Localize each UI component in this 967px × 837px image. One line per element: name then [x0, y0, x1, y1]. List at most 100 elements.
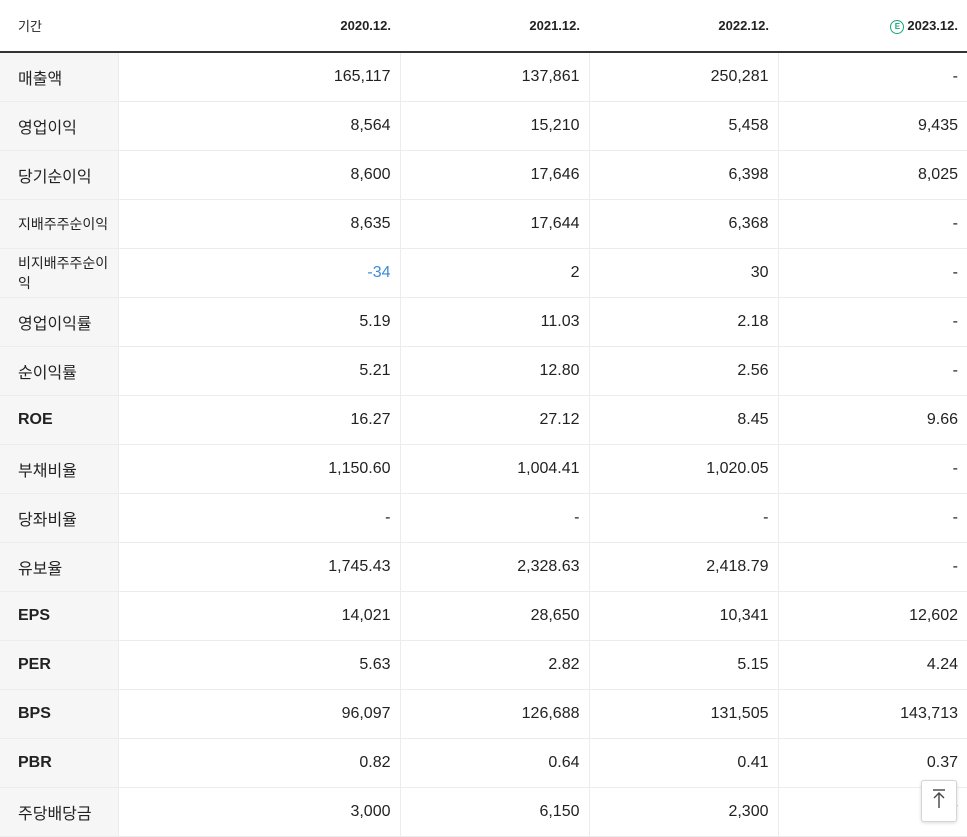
period-header-label: 기간: [0, 0, 118, 53]
cell-value: 17,646: [399, 150, 589, 200]
cell-value: -: [588, 493, 778, 543]
arrow-up-icon: [931, 788, 947, 815]
cell-value: -: [777, 346, 967, 396]
table-row: 주당배당금 3,000 6,150 2,300 7: [0, 787, 967, 837]
cell-value: 165,117: [117, 52, 400, 102]
cell-value: 28,650: [399, 591, 589, 641]
cell-value: 2: [399, 248, 589, 298]
row-label: ROE: [0, 395, 118, 445]
cell-value: 5.63: [117, 640, 400, 690]
cell-value: 0.64: [399, 738, 589, 788]
cell-value: 5,458: [588, 101, 778, 151]
cell-value: -: [777, 444, 967, 494]
table-header-row: 기간 2020.12. 2021.12. 2022.12. E 2023.12.: [0, 0, 967, 53]
cell-value: 8,025: [777, 150, 967, 200]
cell-value: 2,418.79: [588, 542, 778, 592]
table-row: 유보율 1,745.43 2,328.63 2,418.79 -: [0, 542, 967, 592]
cell-value: 2,300: [588, 787, 778, 837]
cell-value: 9.66: [777, 395, 967, 445]
cell-value: 30: [588, 248, 778, 298]
period-header-2023-label: 2023.12.: [907, 17, 958, 33]
cell-value: -: [777, 199, 967, 249]
cell-value: 6,398: [588, 150, 778, 200]
table-row: 당좌비율 - - - -: [0, 493, 967, 543]
cell-value: 1,020.05: [588, 444, 778, 494]
cell-value: 8,600: [117, 150, 400, 200]
cell-value: 27.12: [399, 395, 589, 445]
cell-value: 96,097: [117, 689, 400, 739]
cell-value: 1,004.41: [399, 444, 589, 494]
cell-value: 11.03: [399, 297, 589, 347]
row-label: 당기순이익: [0, 150, 118, 200]
table-row: 당기순이익 8,600 17,646 6,398 8,025: [0, 150, 967, 200]
cell-value: -: [777, 493, 967, 543]
row-label: 부채비율: [0, 444, 118, 494]
row-label: 지배주주순이익: [0, 199, 118, 249]
table-row: 지배주주순이익 8,635 17,644 6,368 -: [0, 199, 967, 249]
cell-value: 4.24: [777, 640, 967, 690]
period-header-2023: E 2023.12.: [778, 0, 967, 53]
period-header-2020: 2020.12.: [118, 0, 400, 53]
row-label: PBR: [0, 738, 118, 788]
row-label: 당좌비율: [0, 493, 118, 543]
cell-value: 10,341: [588, 591, 778, 641]
cell-value: 17,644: [399, 199, 589, 249]
cell-value: -: [777, 248, 967, 298]
cell-value: -: [777, 297, 967, 347]
estimate-icon: E: [890, 19, 905, 34]
row-label: PER: [0, 640, 118, 690]
table-row: 비지배주주순이익 -34 2 30 -: [0, 248, 967, 298]
cell-value: 0.41: [588, 738, 778, 788]
row-label: EPS: [0, 591, 118, 641]
table-row: 순이익률 5.21 12.80 2.56 -: [0, 346, 967, 396]
cell-value-negative: -34: [117, 248, 400, 298]
table-row: 매출액 165,117 137,861 250,281 -: [0, 52, 967, 102]
scroll-to-top-button[interactable]: [921, 780, 957, 822]
row-label: 주당배당금: [0, 787, 118, 837]
cell-value: 2.18: [588, 297, 778, 347]
cell-value: 5.21: [117, 346, 400, 396]
row-label: BPS: [0, 689, 118, 739]
cell-value: 12.80: [399, 346, 589, 396]
period-header-2021: 2021.12.: [400, 0, 589, 53]
table-row: PER 5.63 2.82 5.15 4.24: [0, 640, 967, 690]
cell-value: 12,602: [777, 591, 967, 641]
table-row: 영업이익 8,564 15,210 5,458 9,435: [0, 101, 967, 151]
row-label: 비지배주주순이익: [0, 248, 118, 298]
cell-value: 250,281: [588, 52, 778, 102]
cell-value: 5.19: [117, 297, 400, 347]
row-label: 영업이익: [0, 101, 118, 151]
cell-value: -: [777, 52, 967, 102]
cell-value: 16.27: [117, 395, 400, 445]
cell-value: 6,150: [399, 787, 589, 837]
cell-value: 131,505: [588, 689, 778, 739]
cell-value: 143,713: [777, 689, 967, 739]
cell-value: 6,368: [588, 199, 778, 249]
cell-value: 8,564: [117, 101, 400, 151]
table-row: 부채비율 1,150.60 1,004.41 1,020.05 -: [0, 444, 967, 494]
cell-value: -: [777, 542, 967, 592]
cell-value: 1,745.43: [117, 542, 400, 592]
cell-value: 9,435: [777, 101, 967, 151]
table-row: ROE 16.27 27.12 8.45 9.66: [0, 395, 967, 445]
table-row: BPS 96,097 126,688 131,505 143,713: [0, 689, 967, 739]
cell-value: 2.82: [399, 640, 589, 690]
financial-summary-table: 기간 2020.12. 2021.12. 2022.12. E 2023.12. …: [0, 0, 967, 837]
table-row: 영업이익률 5.19 11.03 2.18 -: [0, 297, 967, 347]
cell-value: 1,150.60: [117, 444, 400, 494]
cell-value: 137,861: [399, 52, 589, 102]
cell-value: 3,000: [117, 787, 400, 837]
row-label: 매출액: [0, 52, 118, 102]
cell-value: 15,210: [399, 101, 589, 151]
table-row: EPS 14,021 28,650 10,341 12,602: [0, 591, 967, 641]
cell-value: 8.45: [588, 395, 778, 445]
table-row: PBR 0.82 0.64 0.41 0.37: [0, 738, 967, 788]
row-label: 유보율: [0, 542, 118, 592]
row-label: 순이익률: [0, 346, 118, 396]
cell-value: 0.82: [117, 738, 400, 788]
cell-value: 8,635: [117, 199, 400, 249]
period-header-2022: 2022.12.: [589, 0, 778, 53]
cell-value: -: [117, 493, 400, 543]
cell-value: -: [399, 493, 589, 543]
cell-value: 126,688: [399, 689, 589, 739]
